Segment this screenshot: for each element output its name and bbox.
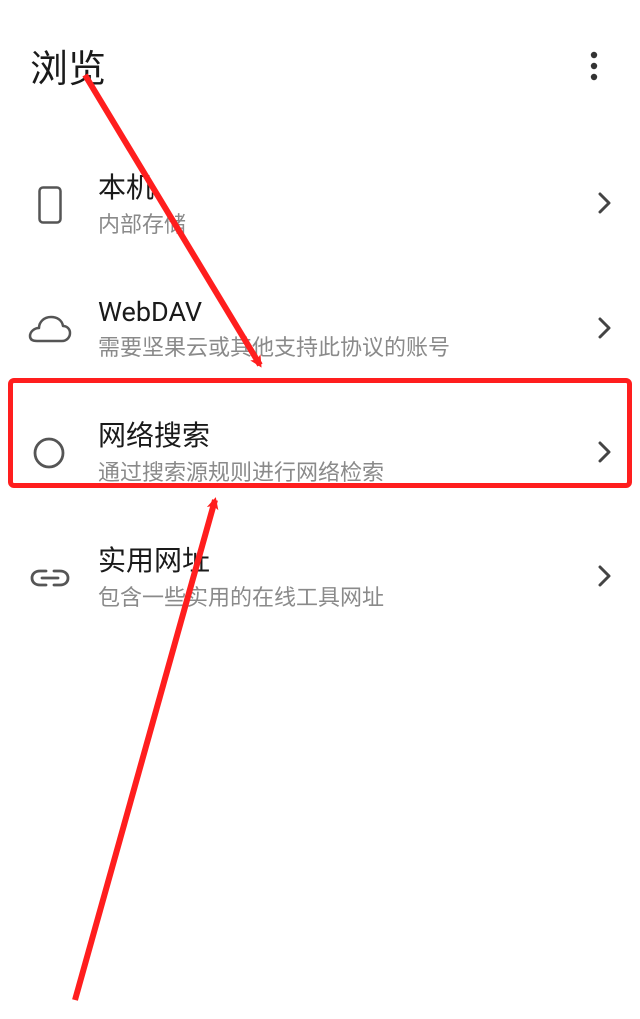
browse-list: 本机 内部存储 WebDAV 需要坚果云或其他支持此协议的账号 (0, 113, 640, 641)
item-title: 本机 (98, 169, 588, 207)
list-item-useful-urls[interactable]: 实用网址 包含一些实用的在线工具网址 (0, 516, 640, 641)
list-item-web-search[interactable]: 网络搜索 通过搜索源规则进行网络检索 (0, 391, 640, 516)
header: 浏览 (0, 0, 640, 113)
chevron-right-icon (598, 317, 612, 343)
list-item-webdav[interactable]: WebDAV 需要坚果云或其他支持此协议的账号 (0, 268, 640, 391)
phone-icon (28, 183, 72, 227)
item-content: WebDAV 需要坚果云或其他支持此协议的账号 (72, 294, 598, 365)
chevron-right-icon (598, 441, 612, 467)
item-subtitle: 包含一些实用的在线工具网址 (98, 582, 588, 615)
item-title: 网络搜索 (98, 417, 588, 455)
more-vertical-icon (590, 51, 598, 81)
chevron-right-icon (598, 192, 612, 218)
page-title: 浏览 (30, 38, 106, 93)
cloud-icon (28, 308, 72, 352)
more-button[interactable] (574, 46, 614, 86)
search-icon (28, 432, 72, 476)
item-subtitle: 内部存储 (98, 209, 588, 242)
item-content: 本机 内部存储 (72, 169, 598, 242)
item-subtitle: 通过搜索源规则进行网络检索 (98, 457, 588, 490)
item-title: WebDAV (98, 294, 588, 330)
item-title: 实用网址 (98, 542, 588, 580)
list-item-local[interactable]: 本机 内部存储 (0, 143, 640, 268)
item-content: 网络搜索 通过搜索源规则进行网络检索 (72, 417, 598, 490)
item-subtitle: 需要坚果云或其他支持此协议的账号 (98, 332, 588, 365)
chevron-right-icon (598, 565, 612, 591)
link-icon (28, 556, 72, 600)
item-content: 实用网址 包含一些实用的在线工具网址 (72, 542, 598, 615)
